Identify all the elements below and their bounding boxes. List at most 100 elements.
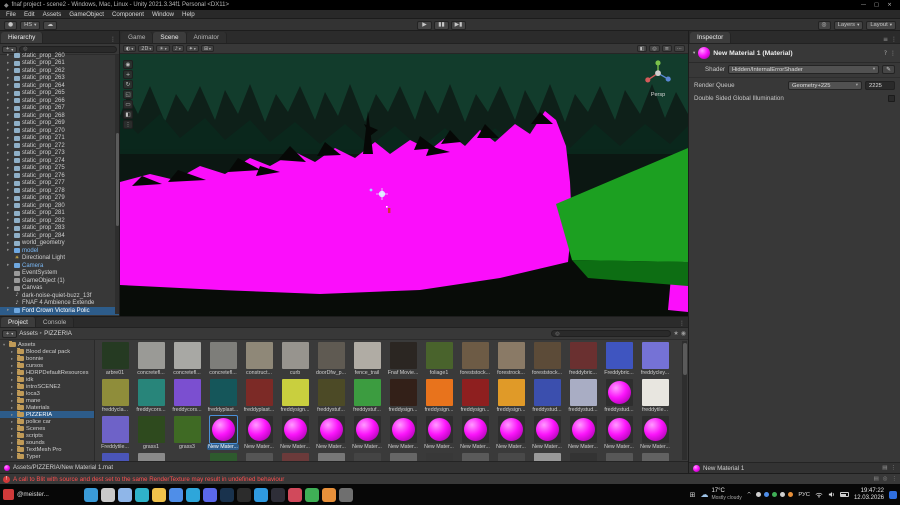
browser-icon[interactable] (169, 487, 183, 502)
asset-item[interactable]: freddycla... (97, 379, 133, 413)
tray-icon-4[interactable] (780, 492, 786, 497)
footer-menu-icon[interactable]: ⋮ (891, 465, 897, 471)
hierarchy-item[interactable]: ▸ static_prop_263 (0, 75, 119, 83)
expand-arrow-icon[interactable]: ▸ (7, 166, 12, 171)
expand-arrow-icon[interactable]: ▸ (7, 53, 12, 58)
expand-arrow-icon[interactable]: ▸ (7, 121, 12, 126)
asset-item[interactable]: freddystuf... (349, 379, 385, 413)
asset-item[interactable]: Freddytile... (97, 416, 133, 450)
hierarchy-item[interactable]: ▸ static_prop_278 (0, 187, 119, 195)
hierarchy-item[interactable]: ▸ Canvas (0, 285, 119, 293)
dsgi-checkbox[interactable] (888, 95, 895, 102)
asset-item[interactable]: freddysign... (421, 379, 457, 413)
expand-arrow-icon[interactable]: ▸ (7, 128, 12, 133)
asset-item[interactable]: New Mater... (421, 416, 457, 450)
folder-arrow-icon[interactable]: ▸ (11, 447, 15, 452)
hierarchy-item[interactable]: ▸ static_prop_274 (0, 157, 119, 165)
asset-item[interactable]: freddytile... (637, 379, 673, 413)
search-icon[interactable]: ◎ (817, 20, 831, 30)
folder-arrow-icon[interactable]: ▸ (11, 370, 15, 375)
asset-item[interactable]: freddysign... (493, 379, 529, 413)
expand-arrow-icon[interactable]: ▸ (7, 158, 12, 163)
panel-menu-icon[interactable]: ⋮ (891, 36, 897, 43)
maximize-button[interactable]: ▢ (870, 2, 883, 8)
render-queue-dropdown[interactable]: Geometry+225 ▾ (788, 81, 862, 90)
expand-arrow-icon[interactable]: ▸ (7, 151, 12, 156)
hierarchy-item[interactable]: ♪ dark-noise-quiet-buzz_13f (0, 292, 119, 300)
hierarchy-item[interactable]: ▸ static_prop_273 (0, 150, 119, 158)
asset-item[interactable]: concretefl... (133, 342, 169, 376)
folder-arrow-icon[interactable]: ▸ (11, 349, 15, 354)
folder-item[interactable]: ▾ Assets (0, 341, 94, 348)
green-app-icon[interactable] (305, 487, 319, 502)
hierarchy-item[interactable]: ▸ static_prop_268 (0, 112, 119, 120)
pause-button[interactable]: ▮▮ (434, 20, 449, 30)
menu-item[interactable]: Help (178, 11, 199, 18)
task-view-button[interactable] (118, 487, 132, 502)
asset-item[interactable]: freddysign... (277, 379, 313, 413)
rotate-tool[interactable]: ↻ (123, 80, 133, 89)
asset-item[interactable]: freddysign... (457, 379, 493, 413)
asset-item[interactable]: freddystuf... (313, 379, 349, 413)
folder-item[interactable]: ▸ Typer (0, 453, 94, 460)
asset-item[interactable]: arbre01 (97, 342, 133, 376)
minimize-button[interactable]: — (857, 2, 870, 8)
app-grid-icon[interactable]: ⊞ (690, 491, 696, 499)
steam-icon[interactable] (220, 487, 234, 502)
unity-icon[interactable] (237, 487, 251, 502)
orange-app-icon[interactable] (322, 487, 336, 502)
asset-item[interactable]: foreststock... (529, 342, 565, 376)
hierarchy-item[interactable]: ▸ static_prop_272 (0, 142, 119, 150)
folder-item[interactable]: ▸ mane (0, 397, 94, 404)
effects-dropdown[interactable]: ✦ ▾ (185, 45, 199, 52)
asset-item[interactable]: Fnaf Movie... (385, 342, 421, 376)
grid-dropdown[interactable]: ⊞ ▾ (200, 45, 214, 52)
scene-view-tab[interactable]: Game (121, 32, 154, 43)
console-icon[interactable]: ▤ (873, 476, 878, 482)
add-object-button[interactable]: + ▾ (2, 45, 18, 53)
asset-item[interactable]: freddycors... (169, 379, 205, 413)
more-options-icon[interactable]: ⋮ (890, 50, 896, 57)
asset-item[interactable]: New Mater... (493, 416, 529, 450)
folder-item[interactable]: ▸ cursos (0, 362, 94, 369)
asset-item[interactable]: foreststock... (457, 342, 493, 376)
expand-arrow-icon[interactable]: ▸ (7, 308, 12, 313)
start-button[interactable] (84, 487, 98, 502)
asset-item[interactable]: New Mater... (205, 416, 241, 450)
asset-item[interactable]: freddystud... (565, 379, 601, 413)
menu-item[interactable]: Assets (39, 11, 66, 18)
hierarchy-item[interactable]: ▸ static_prop_281 (0, 210, 119, 218)
menu-item[interactable]: Component (108, 11, 148, 18)
asset-item[interactable]: New Mater... (601, 416, 637, 450)
asset-item[interactable]: freddycley... (637, 342, 673, 376)
folder-item[interactable]: ▸ PIZZERIA (0, 411, 94, 418)
asset-item[interactable]: New Mater... (565, 416, 601, 450)
cloud-icon[interactable]: ☁ (43, 20, 58, 30)
edge-icon[interactable] (135, 487, 149, 502)
asset-item[interactable]: freddystud... (601, 379, 637, 413)
help-icon[interactable]: ? (884, 50, 887, 57)
hierarchy-item[interactable]: ▸ static_prop_265 (0, 90, 119, 98)
custom-tool[interactable]: ⋮ (123, 120, 133, 129)
menu-item[interactable]: Window (148, 11, 178, 18)
hierarchy-search-input[interactable]: ◎ (19, 45, 117, 53)
asset-item[interactable]: freddystud... (529, 379, 565, 413)
menu-item[interactable]: Edit (20, 11, 39, 18)
project-scrollbar[interactable] (682, 341, 687, 460)
asset-item[interactable]: doorDfw_p... (313, 342, 349, 376)
menu-item[interactable]: GameObject (65, 11, 108, 18)
tab-project[interactable]: Project (1, 317, 36, 327)
folder-item[interactable]: ▸ sounds (0, 439, 94, 446)
progress-icon[interactable]: ◎ (883, 476, 888, 482)
asset-item[interactable]: freddyplast... (205, 379, 241, 413)
search-button[interactable] (101, 487, 115, 502)
expand-arrow-icon[interactable]: ▸ (7, 76, 12, 81)
create-asset-button[interactable]: + ▾ (2, 329, 18, 338)
gizmos-dropdown[interactable]: ≡ (661, 45, 672, 52)
breadcrumb-current[interactable]: PIZZERIA (44, 330, 72, 337)
asset-item[interactable]: New Mater... (313, 416, 349, 450)
folder-item[interactable]: ▸ Scenes (0, 425, 94, 432)
folder-item[interactable]: ▸ bonnie (0, 355, 94, 362)
folder-item[interactable]: ▸ Blood decal pack (0, 348, 94, 355)
asset-item[interactable]: New Mater... (385, 416, 421, 450)
